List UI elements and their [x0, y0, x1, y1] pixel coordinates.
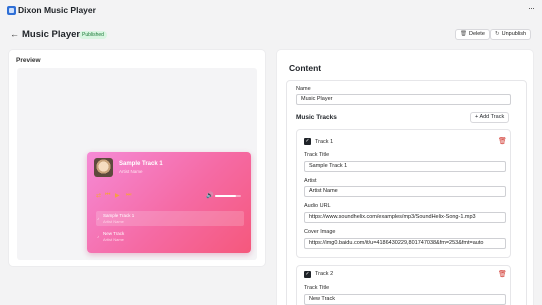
playlist-item[interactable]: ♪ Sample Track 1 Artist Name [96, 211, 244, 226]
track-title-field[interactable]: Sample Track 1 [304, 161, 506, 172]
playlist-item-artist: Artist Name [103, 237, 124, 242]
playlist-item-title: Sample Track 1 [103, 213, 135, 218]
track-header: Track 1 [315, 139, 334, 145]
audio-url-field[interactable]: https://www.soundhelix.com/examples/mp3/… [304, 212, 506, 223]
trash-icon: 🗑 [460, 31, 467, 37]
delete-track-icon[interactable]: 🗑 [498, 270, 507, 278]
track-card: ✓ Track 1 🗑 Track Title Sample Track 1 A… [296, 129, 511, 258]
unpublish-button[interactable]: ↻ Unpublish [490, 29, 532, 40]
delete-button[interactable]: 🗑 Delete [455, 29, 490, 40]
music-note-icon: ♪ [97, 216, 99, 221]
app-logo-icon [7, 6, 16, 15]
delete-button-label: Delete [468, 31, 485, 37]
volume-icon[interactable]: 🔊 [206, 192, 213, 199]
playlist-item-title: New Track [103, 231, 125, 236]
shuffle-icon[interactable]: ⇄ [96, 192, 101, 199]
artist-label: Artist [304, 178, 317, 184]
now-playing-title: Sample Track 1 [119, 161, 163, 167]
cover-image-label: Cover Image [304, 229, 336, 235]
play-icon[interactable]: ▶ [115, 192, 120, 199]
music-tracks-heading: Music Tracks [296, 114, 337, 121]
now-playing-artist: Artist Name [119, 169, 143, 174]
name-label: Name [296, 86, 311, 92]
track-title-label: Track Title [304, 285, 330, 291]
cover-image-field[interactable]: https://img0.baidu.com/it/u=4186430229,8… [304, 238, 506, 249]
track-checkbox[interactable]: ✓ [304, 138, 311, 145]
track-header: Track 2 [315, 271, 334, 277]
name-field[interactable]: Music Player [296, 94, 511, 105]
album-cover-image [94, 158, 113, 177]
preview-label: Preview [16, 57, 41, 64]
track-checkbox[interactable]: ✓ [304, 271, 311, 278]
volume-slider-fill [215, 195, 236, 197]
add-track-label: Add Track [479, 114, 505, 120]
back-arrow-icon[interactable]: ← [10, 29, 19, 39]
track-title-label: Track Title [304, 152, 330, 158]
next-icon[interactable]: ⏭ [126, 192, 131, 199]
playlist-item-artist: Artist Name [103, 219, 124, 224]
content-title: Content [289, 63, 322, 73]
unpublish-button-label: Unpublish [501, 31, 527, 37]
music-note-icon: ♪ [97, 234, 99, 239]
more-options-icon[interactable]: ··· [528, 3, 535, 13]
status-badge: Published [79, 31, 107, 39]
volume-slider[interactable] [215, 195, 241, 197]
delete-track-icon[interactable]: 🗑 [498, 137, 507, 145]
music-player-widget: Sample Track 1 Artist Name ⇄ ⏮ ▶ ⏭ 🔊 ♪ S… [87, 152, 251, 253]
track-title-field[interactable]: New Track [304, 294, 506, 305]
audio-url-label: Audio URL [304, 203, 331, 209]
artist-field[interactable]: Artist Name [304, 186, 506, 197]
title-bar: Dixon Music Player ··· [0, 0, 542, 22]
previous-icon[interactable]: ⏮ [105, 192, 110, 199]
app-title: Dixon Music Player [18, 5, 96, 15]
add-track-button[interactable]: + Add Track [470, 112, 510, 123]
playlist-item[interactable]: ♪ New Track Artist Name [96, 229, 244, 244]
page-title: Music Player [22, 29, 81, 40]
unpublish-icon: ↻ [495, 31, 500, 37]
track-card: ✓ Track 2 🗑 Track Title New Track [296, 265, 511, 305]
